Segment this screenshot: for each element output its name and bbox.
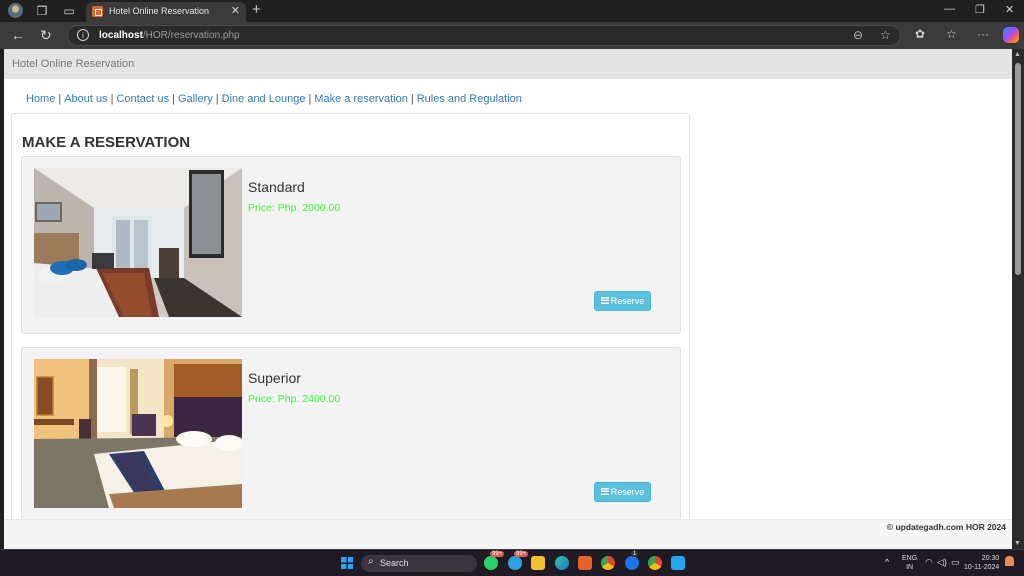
nav-separator: |: [410, 93, 414, 105]
reload-icon[interactable]: ↻: [40, 27, 52, 44]
more-menu-icon[interactable]: ···: [977, 27, 989, 41]
site-header: Hotel Online Reservation: [4, 49, 1012, 79]
page-title: MAKE A RESERVATION: [22, 134, 191, 151]
xampp-icon[interactable]: [578, 556, 592, 570]
superior-room-image: [34, 359, 242, 508]
edge-icon[interactable]: [555, 556, 569, 570]
close-tab-icon[interactable]: ✕: [231, 4, 240, 17]
browser-toolbar: ← ↻ i localhost/HOR/reservation.php ⊖ ☆ …: [0, 22, 1024, 49]
room-card-superior: Superior Price: Php. 2400.00 Reserve: [21, 347, 681, 525]
chrome-badge: 1: [631, 551, 639, 557]
scroll-thumb[interactable]: [1015, 63, 1021, 275]
room-name: Standard: [248, 179, 305, 195]
nav-gallery[interactable]: Gallery: [178, 93, 213, 105]
room-photo-superior: [34, 359, 242, 508]
restore-icon[interactable]: ❐: [975, 3, 985, 16]
nav-dine-and-lounge[interactable]: Dine and Lounge: [222, 93, 306, 105]
favorite-star-icon[interactable]: ☆: [880, 28, 891, 42]
clock-date: 10-11-2024: [964, 564, 1000, 571]
whatsapp-icon[interactable]: 99+: [484, 551, 505, 570]
nav-separator: |: [110, 93, 114, 105]
show-hidden-icons-chevron-icon[interactable]: ^: [885, 558, 889, 567]
scroll-down-arrow-icon[interactable]: ▼: [1014, 540, 1021, 547]
windows-taskbar: ⌕ Search 99+ 99+ 1 ^ ENG IN ◠ ◁) ▭ 20:30 1…: [0, 549, 1024, 576]
workspaces-icon[interactable]: ❒: [34, 3, 50, 19]
nav-separator: |: [215, 93, 219, 105]
minimize-icon[interactable]: —: [944, 3, 955, 15]
language-indicator[interactable]: ENG IN: [902, 554, 917, 572]
reserve-label: Reserve: [610, 296, 645, 306]
tab-actions-icon[interactable]: ▭: [61, 3, 77, 19]
close-window-icon[interactable]: ✕: [1005, 3, 1014, 16]
nav-separator: |: [58, 93, 62, 105]
site-info-icon[interactable]: i: [77, 29, 89, 41]
room-price: Price: Php. 2400.00: [248, 393, 341, 405]
main-nav: Home | About us | Contact us | Gallery | Dine an…: [26, 93, 522, 105]
back-icon[interactable]: ←: [11, 27, 25, 43]
room-name: Superior: [248, 370, 301, 386]
tab-title: Hotel Online Reservation: [109, 6, 210, 16]
clock[interactable]: 20:30 10-11-2024: [964, 554, 999, 572]
xampp-favicon-icon: [92, 6, 103, 17]
room-price: Price: Php. 2000.00: [248, 202, 341, 214]
reservation-panel: MAKE A RESERVATION Standard Price: Php. …: [11, 113, 690, 549]
clock-time: 20:30: [981, 555, 1000, 562]
browser-tab-active[interactable]: Hotel Online Reservation ✕: [86, 2, 246, 22]
nav-make-a-reservation[interactable]: Make a reservation: [314, 93, 408, 105]
site-brand[interactable]: Hotel Online Reservation: [12, 58, 134, 70]
notification-bell-icon[interactable]: [1005, 556, 1014, 566]
room-photo-standard: [34, 168, 242, 317]
standard-room-image: [34, 168, 242, 317]
wifi-icon[interactable]: ◠: [925, 558, 933, 567]
address-bar[interactable]: i localhost/HOR/reservation.php ⊖ ☆: [67, 25, 901, 46]
copyright-text: © updategadh.com HOR 2024: [886, 522, 1006, 532]
chrome-profile-3-icon[interactable]: [648, 556, 662, 570]
favorites-icon[interactable]: ☆: [946, 27, 957, 41]
whatsapp-badge: 99+: [490, 551, 505, 557]
nav-rules-and-regulation[interactable]: Rules and Regulation: [417, 93, 522, 105]
nav-contact-us[interactable]: Contact us: [116, 93, 169, 105]
telegram-icon[interactable]: 99+: [508, 551, 529, 570]
battery-icon[interactable]: ▭: [951, 558, 960, 567]
nav-about-us[interactable]: About us: [64, 93, 107, 105]
profile-avatar[interactable]: [8, 3, 23, 18]
taskbar-search[interactable]: ⌕ Search: [361, 555, 477, 572]
room-card-standard: Standard Price: Php. 2000.00 Reserve: [21, 156, 681, 334]
page-viewport: Hotel Online Reservation Home | About us | C…: [4, 49, 1012, 549]
nav-separator: |: [308, 93, 312, 105]
volume-icon[interactable]: ◁): [937, 558, 947, 567]
extensions-icon[interactable]: ✿: [915, 27, 925, 41]
search-icon: ⌕: [368, 556, 374, 567]
browser-tab-strip: ❒ ▭ Hotel Online Reservation ✕ + — ❐ ✕: [0, 0, 1024, 22]
search-label: Search: [380, 558, 409, 568]
reserve-button-standard[interactable]: Reserve: [594, 291, 651, 311]
new-tab-icon[interactable]: +: [252, 1, 261, 18]
chrome-profile-2-icon[interactable]: 1: [625, 551, 639, 570]
windows-start-icon[interactable]: [341, 557, 353, 569]
scroll-up-arrow-icon[interactable]: ▲: [1014, 51, 1021, 58]
site-footer: © updategadh.com HOR 2024: [4, 519, 1012, 549]
copilot-icon[interactable]: [1003, 27, 1019, 43]
list-icon: [600, 488, 609, 495]
nav-home[interactable]: Home: [26, 93, 55, 105]
telegram-badge: 99+: [514, 551, 529, 557]
chrome-profile-icon[interactable]: [601, 556, 615, 570]
reserve-label: Reserve: [610, 487, 645, 497]
list-icon: [600, 297, 609, 304]
page-scrollbar[interactable]: ▲ ▼: [1012, 49, 1024, 549]
file-explorer-icon[interactable]: [531, 556, 545, 570]
zoom-out-icon[interactable]: ⊖: [853, 28, 863, 42]
vscode-icon[interactable]: [671, 556, 685, 570]
reserve-button-superior[interactable]: Reserve: [594, 482, 651, 502]
nav-separator: |: [172, 93, 175, 105]
url-text[interactable]: localhost/HOR/reservation.php: [99, 30, 240, 41]
